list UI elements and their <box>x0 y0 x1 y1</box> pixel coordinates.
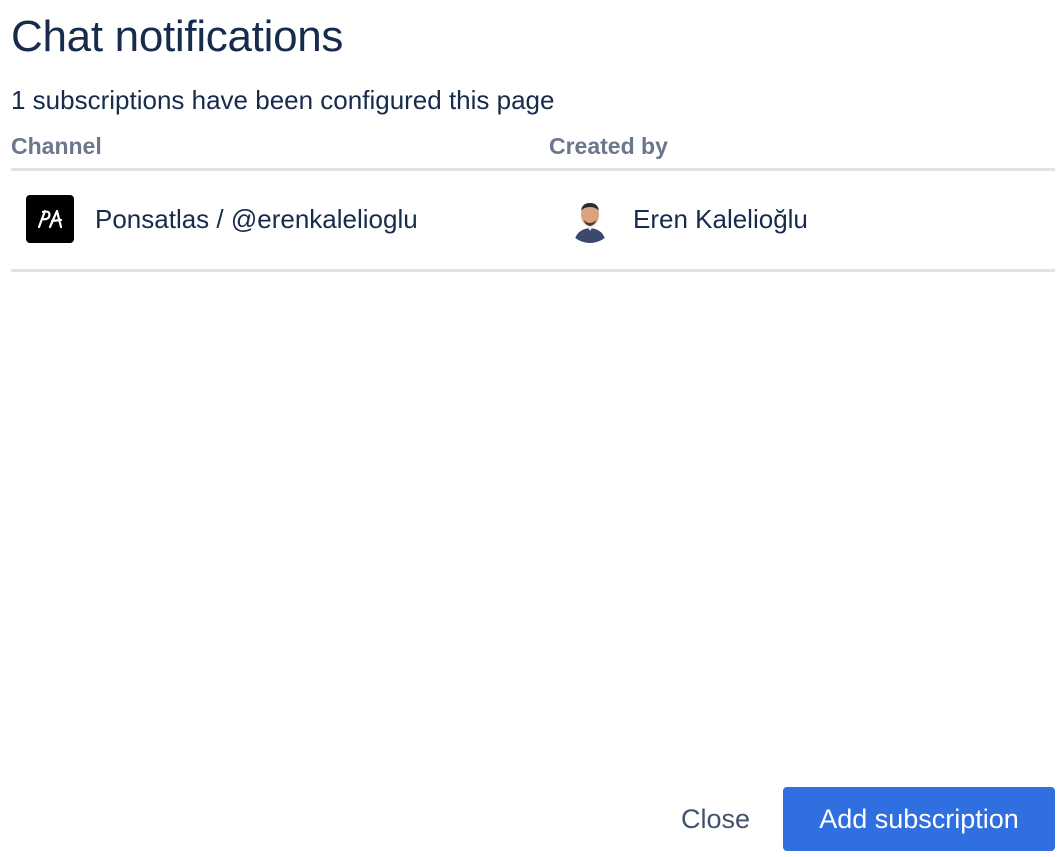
close-button[interactable]: Close <box>657 787 774 851</box>
table-row[interactable]: Ponsatlas / @erenkalelioglu Eren Kalelio… <box>11 171 1055 272</box>
column-header-created-by: Created by <box>549 133 668 159</box>
subscriptions-summary: 1 subscriptions have been configured thi… <box>11 85 555 115</box>
subscriptions-table: Channel Created by Ponsatlas / @erenkale… <box>11 128 1055 272</box>
dialog-footer: Close Add subscription <box>657 787 1055 851</box>
column-header-channel: Channel <box>11 133 102 159</box>
channel-name: Ponsatlas / @erenkalelioglu <box>95 204 418 234</box>
creator-name: Eren Kalelioğlu <box>633 204 808 234</box>
add-subscription-button[interactable]: Add subscription <box>783 787 1055 851</box>
created-by-cell: Eren Kalelioğlu <box>566 195 808 243</box>
user-avatar-icon <box>566 195 614 243</box>
chat-notifications-dialog: Chat notifications 1 subscriptions have … <box>0 0 1064 857</box>
dialog-title: Chat notifications <box>11 12 344 61</box>
table-header: Channel Created by <box>11 128 1055 171</box>
channel-cell: Ponsatlas / @erenkalelioglu <box>26 195 418 243</box>
workspace-logo-icon <box>26 195 74 243</box>
